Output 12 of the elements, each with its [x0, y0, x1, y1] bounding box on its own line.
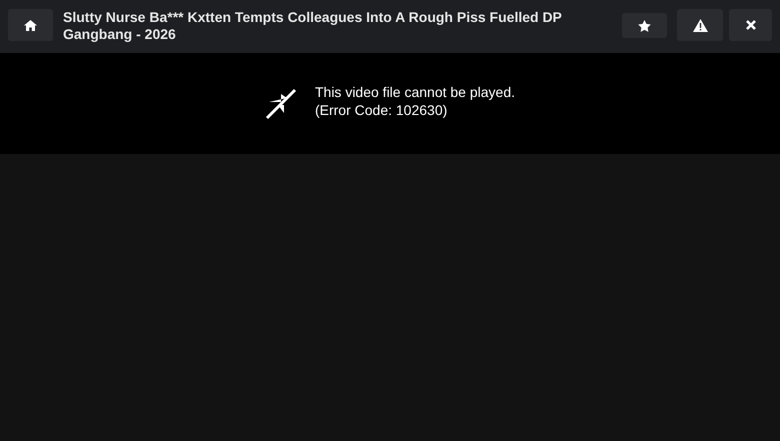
favorite-button[interactable] — [622, 13, 667, 38]
close-button[interactable] — [729, 9, 772, 41]
video-off-icon — [264, 88, 297, 120]
error-message: This video file cannot be played. — [314, 82, 515, 100]
error-message: (Error Code: 102630) — [314, 100, 448, 118]
video-title: Slutty Nurse Ba*** Kxtten Tempts Colleagues Into A Rough Piss Fuelled DP Gangbang - 2026 — [63, 9, 563, 43]
close-icon — [746, 20, 756, 30]
home-button[interactable] — [8, 9, 53, 41]
warning-icon — [692, 18, 708, 32]
home-icon — [24, 20, 37, 30]
star-icon — [638, 20, 651, 32]
report-button[interactable] — [677, 9, 723, 41]
